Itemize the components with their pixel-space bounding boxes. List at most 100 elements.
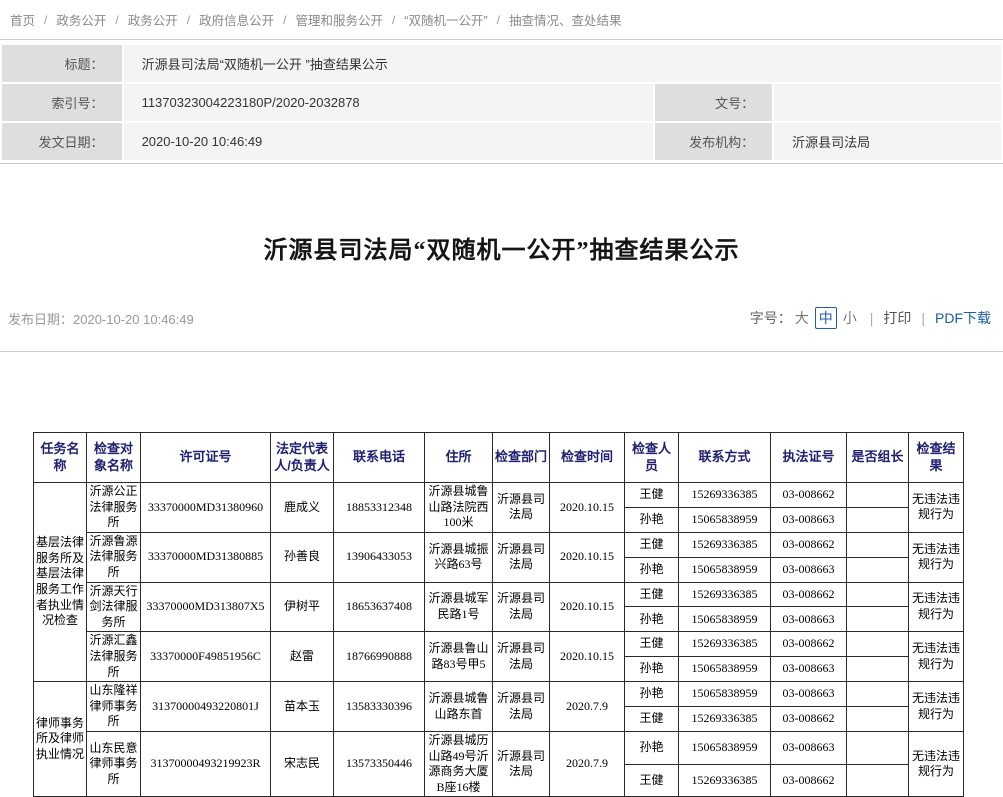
font-size-label: 字号：: [750, 308, 792, 328]
font-size-medium-button[interactable]: 中: [815, 307, 837, 329]
badge-number-cell: 03-008663: [771, 557, 847, 582]
horizontal-divider: [0, 351, 1003, 352]
object-name-cell: 山东隆祥律师事务所: [87, 682, 141, 732]
result-cell: 无违法违规行为: [909, 582, 964, 632]
font-size-large-button[interactable]: 大: [795, 308, 809, 328]
inspector-contact-cell: 15065838959: [679, 557, 771, 582]
meta-index-value: 11370323004223180P/2020-2032878: [124, 84, 653, 121]
badge-number-cell: 03-008663: [771, 657, 847, 682]
badge-number-cell: 03-008663: [771, 607, 847, 632]
breadcrumb-separator: /: [392, 13, 395, 27]
is-leader-cell: [847, 557, 909, 582]
check-date-cell: 2020.10.15: [550, 582, 625, 632]
inspector-contact-cell: 15065838959: [679, 507, 771, 532]
result-cell: 无违法违规行为: [909, 682, 964, 732]
inspector-name-cell: 孙艳: [625, 507, 679, 532]
check-date-cell: 2020.7.9: [550, 731, 625, 796]
check-date-cell: 2020.10.15: [550, 632, 625, 682]
inspector-name-cell: 王健: [625, 764, 679, 797]
badge-number-cell: 03-008662: [771, 764, 847, 797]
is-leader-cell: [847, 507, 909, 532]
badge-number-cell: 03-008662: [771, 632, 847, 657]
inspector-contact-cell: 15269336385: [679, 764, 771, 797]
inspector-name-cell: 王健: [625, 483, 679, 508]
is-leader-cell: [847, 682, 909, 707]
inspection-results-table: 任务名称检查对象名称许可证号法定代表人/负责人联系电话住所检查部门检查时间检查人…: [33, 432, 964, 797]
is-leader-cell: [847, 764, 909, 797]
inspector-contact-cell: 15065838959: [679, 657, 771, 682]
inspector-contact-cell: 15269336385: [679, 582, 771, 607]
meta-index-label: 索引号：: [2, 84, 122, 121]
department-cell: 沂源县司法局: [493, 582, 550, 632]
object-name-cell: 沂源鲁源法律服务所: [87, 532, 141, 582]
badge-number-cell: 03-008663: [771, 731, 847, 764]
department-cell: 沂源县司法局: [493, 731, 550, 796]
phone-cell: 13906433053: [334, 532, 425, 582]
inspector-name-cell: 王健: [625, 532, 679, 557]
breadcrumb-item[interactable]: 首页: [10, 10, 35, 29]
check-date-cell: 2020.7.9: [550, 682, 625, 732]
toolbar-divider: |: [921, 310, 925, 326]
column-header: 许可证号: [141, 433, 271, 483]
breadcrumb-item[interactable]: 政务公开: [128, 10, 178, 29]
check-date-cell: 2020.10.15: [550, 483, 625, 533]
document-meta-table: 标题： 沂源县司法局“双随机一公开 ”抽查结果公示 索引号： 113703230…: [0, 43, 1003, 162]
is-leader-cell: [847, 707, 909, 732]
is-leader-cell: [847, 632, 909, 657]
table-row: 沂源汇鑫法律服务所33370000F49851956C赵雷18766990888…: [34, 632, 964, 657]
column-header: 检查对象名称: [87, 433, 141, 483]
address-cell: 沂源县城振兴路63号: [425, 532, 493, 582]
page-title: 沂源县司法局“双随机一公开”抽查结果公示: [0, 230, 1003, 265]
inspector-name-cell: 孙艳: [625, 657, 679, 682]
print-button[interactable]: 打印: [883, 308, 911, 328]
breadcrumb: 首页/政务公开/政务公开/政府信息公开/管理和服务公开/“双随机一公开”/抽查情…: [0, 0, 1003, 40]
inspector-contact-cell: 15269336385: [679, 532, 771, 557]
license-cell: 31370000493219923R: [141, 731, 271, 796]
column-header: 联系电话: [334, 433, 425, 483]
phone-cell: 18766990888: [334, 632, 425, 682]
badge-number-cell: 03-008662: [771, 532, 847, 557]
is-leader-cell: [847, 607, 909, 632]
department-cell: 沂源县司法局: [493, 483, 550, 533]
result-cell: 无违法违规行为: [909, 632, 964, 682]
breadcrumb-item[interactable]: “双随机一公开”: [404, 10, 487, 29]
inspector-contact-cell: 15269336385: [679, 707, 771, 732]
toolbar-divider: |: [870, 310, 874, 326]
license-cell: 33370000MD31380885: [141, 532, 271, 582]
address-cell: 沂源县鲁山路83号甲5: [425, 632, 493, 682]
address-cell: 沂源县城历山路49号沂源商务大厦B座16楼: [425, 731, 493, 796]
meta-agency-value: 沂源县司法局: [774, 123, 1001, 160]
result-cell: 无违法违规行为: [909, 731, 964, 796]
license-cell: 33370000MD313807X5: [141, 582, 271, 632]
badge-number-cell: 03-008663: [771, 507, 847, 532]
column-header: 住所: [425, 433, 493, 483]
object-name-cell: 沂源汇鑫法律服务所: [87, 632, 141, 682]
column-header: 执法证号: [771, 433, 847, 483]
department-cell: 沂源县司法局: [493, 632, 550, 682]
is-leader-cell: [847, 731, 909, 764]
pdf-download-button[interactable]: PDF下载: [935, 308, 991, 328]
breadcrumb-separator: /: [497, 13, 500, 27]
article-info-row: 发布日期：2020-10-20 10:46:49 字号： 大 中 小 | 打印 …: [0, 307, 1003, 329]
breadcrumb-item[interactable]: 政府信息公开: [199, 10, 274, 29]
inspector-contact-cell: 15065838959: [679, 607, 771, 632]
legal-rep-cell: 伊树平: [271, 582, 334, 632]
badge-number-cell: 03-008662: [771, 582, 847, 607]
publish-date: 发布日期：2020-10-20 10:46:49: [8, 309, 194, 328]
phone-cell: 18853312348: [334, 483, 425, 533]
breadcrumb-separator: /: [283, 13, 286, 27]
legal-rep-cell: 苗本玉: [271, 682, 334, 732]
column-header: 检查结果: [909, 433, 964, 483]
font-size-small-button[interactable]: 小: [843, 308, 857, 328]
check-date-cell: 2020.10.15: [550, 532, 625, 582]
phone-cell: 13573350446: [334, 731, 425, 796]
phone-cell: 13583330396: [334, 682, 425, 732]
breadcrumb-item[interactable]: 抽查情况、查处结果: [509, 10, 622, 29]
breadcrumb-separator: /: [115, 13, 118, 27]
breadcrumb-separator: /: [44, 13, 47, 27]
badge-number-cell: 03-008662: [771, 707, 847, 732]
breadcrumb-item[interactable]: 管理和服务公开: [295, 10, 383, 29]
task-name-cell: 基层法律服务所及基层法律服务工作者执业情况检查: [34, 483, 87, 682]
meta-agency-label: 发布机构：: [655, 123, 773, 160]
breadcrumb-item[interactable]: 政务公开: [56, 10, 106, 29]
